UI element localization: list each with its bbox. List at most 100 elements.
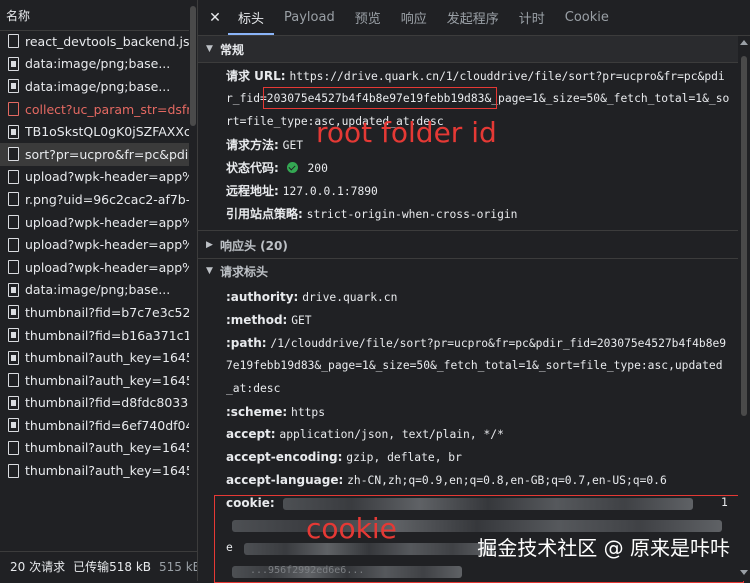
request-list-item[interactable]: thumbnail?fid=b16a371c10... [0, 324, 197, 347]
request-url-row: 请求 URL: https://drive.quark.cn/1/clouddr… [226, 64, 725, 89]
network-summary-bar: 20 次请求 已传输518 kB 515 kB [0, 551, 197, 581]
request-details-panel: ✕ 标头 Payload 预览 响应 发起程序 计时 Cookie ▼ 常规 请… [198, 0, 750, 583]
file-icon [8, 463, 19, 478]
tab-preview[interactable]: 预览 [345, 0, 391, 35]
general-section-header[interactable]: ▼ 常规 [198, 36, 750, 63]
scrollbar-thumb[interactable] [741, 56, 747, 416]
request-url-value-line1: https://drive.quark.cn/1/clouddrive/file… [289, 70, 725, 83]
resources-size: 515 kB [159, 559, 197, 574]
name-column-header[interactable]: 名称 [0, 0, 197, 31]
request-list-item[interactable]: thumbnail?auth_key=16451... [0, 369, 197, 392]
image-file-icon [8, 282, 19, 297]
request-name: upload?wpk-header=app%... [25, 169, 197, 185]
request-headers-section-header[interactable]: ▼ 请求标头 [198, 258, 738, 284]
response-headers-title: 响应头 (20) [220, 238, 288, 253]
path-label: :path: [226, 336, 267, 350]
header-method-row: :method: GET [226, 308, 312, 333]
tab-timing[interactable]: 计时 [509, 0, 555, 35]
name-column-label: 名称 [6, 8, 31, 23]
request-name: react_devtools_backend.js [25, 33, 190, 49]
path-value-line2: 7e19febb19d83&_page=1&_size=50&_fetch_to… [226, 359, 723, 372]
header-path-row: :path: /1/clouddrive/file/sort?pr=ucpro&… [226, 331, 726, 356]
status-ok-icon [286, 162, 298, 173]
request-list-item[interactable]: thumbnail?auth_key=16451... [0, 459, 197, 482]
request-name: thumbnail?fid=b16a371c10... [25, 327, 197, 343]
file-icon [8, 260, 19, 275]
request-list-item[interactable]: data:image/png;base... [0, 279, 197, 302]
request-list-item[interactable]: thumbnail?fid=d8fdc8033d... [0, 392, 197, 415]
request-name: thumbnail?fid=6ef740df04ff... [25, 417, 197, 433]
request-name: data:image/png;base... [25, 78, 171, 94]
close-icon[interactable]: ✕ [202, 10, 228, 26]
cookie-annotation: cookie [306, 512, 397, 545]
request-list-item[interactable]: data:image/png;base... [0, 53, 197, 76]
referrer-policy-row: 引用站点策略: strict-origin-when-cross-origin [226, 202, 517, 227]
scheme-value: https [291, 406, 326, 419]
request-name: TB1oSkstQL0gK0jSZFAXXcA... [25, 124, 197, 140]
request-list-item[interactable]: upload?wpk-header=app%... [0, 166, 197, 189]
request-method-value: GET [282, 139, 304, 152]
image-file-icon [8, 79, 19, 94]
request-name: r.png?uid=96c2cac2-af7b-4... [25, 191, 197, 207]
root-folder-id-highlight-box [263, 87, 497, 109]
request-list-item[interactable]: react_devtools_backend.js [0, 30, 197, 53]
file-icon [8, 237, 19, 252]
request-name: thumbnail?auth_key=16451... [25, 463, 197, 479]
request-method-label: 请求方法: [226, 138, 279, 152]
accept-encoding-value: gzip, deflate, br [346, 451, 462, 464]
image-file-icon [8, 124, 19, 139]
request-name: collect?uc_param_str=dsfrpf... [25, 101, 197, 117]
request-list-item[interactable]: TB1oSkstQL0gK0jSZFAXXcA... [0, 120, 197, 143]
expanded-triangle-icon: ▼ [206, 44, 213, 54]
transferred-size: 已传输518 kB [73, 560, 151, 574]
request-list-item[interactable]: upload?wpk-header=app%... [0, 211, 197, 234]
referrer-policy-value: strict-origin-when-cross-origin [306, 208, 518, 221]
accept-language-value: zh-CN,zh;q=0.9,en;q=0.8,en-GB;q=0.7,en-U… [347, 474, 667, 487]
response-headers-section-header[interactable]: ▶ 响应头 (20) [198, 232, 738, 258]
header-accept-encoding-row: accept-encoding: gzip, deflate, br [226, 445, 462, 470]
request-list-item[interactable]: upload?wpk-header=app%... [0, 256, 197, 279]
status-code-value: 200 [307, 162, 328, 175]
request-name: upload?wpk-header=app%... [25, 259, 197, 275]
request-name: thumbnail?fid=b7c7e3c52f6... [25, 304, 197, 320]
request-name: thumbnail?auth_key=16451... [25, 440, 197, 456]
request-list-item[interactable]: collect?uc_param_str=dsfrpf... [0, 98, 197, 121]
header-accept-row: accept: application/json, text/plain, */… [226, 422, 504, 447]
image-file-icon [8, 305, 19, 320]
scroll-down-icon[interactable] [740, 570, 748, 575]
file-icon [8, 215, 19, 230]
request-headers-title: 请求标头 [220, 264, 269, 279]
request-list-item[interactable]: thumbnail?fid=6ef740df04ff... [0, 414, 197, 437]
file-icon [8, 169, 19, 184]
request-list-item[interactable]: thumbnail?fid=b7c7e3c52f6... [0, 301, 197, 324]
request-list-panel: 名称 react_devtools_backend.js data:image/p… [0, 0, 198, 581]
request-list-item[interactable]: data:image/png;base... [0, 75, 197, 98]
request-list-item[interactable]: sort?pr=ucpro&fr=pc&pdir... [0, 142, 197, 166]
remote-address-value: 127.0.0.1:7890 [282, 185, 378, 198]
details-scrollbar[interactable] [738, 36, 750, 581]
file-icon [8, 102, 19, 117]
tab-cookies[interactable]: Cookie [555, 0, 619, 35]
scroll-up-icon[interactable] [740, 40, 748, 45]
request-list-item[interactable]: upload?wpk-header=app%... [0, 233, 197, 256]
method-value: GET [291, 314, 312, 327]
status-code-row: 状态代码: 200 [226, 156, 328, 181]
tab-initiator[interactable]: 发起程序 [437, 0, 509, 35]
file-icon [8, 192, 19, 207]
tab-headers[interactable]: 标头 [228, 0, 275, 35]
remote-address-row: 远程地址: 127.0.0.1:7890 [226, 179, 378, 204]
request-list-scrollbar[interactable] [189, 0, 197, 581]
request-list-item[interactable]: thumbnail?auth_key=16451... [0, 346, 197, 369]
remote-address-label: 远程地址: [226, 184, 279, 198]
accept-label: accept: [226, 427, 276, 441]
status-code-label: 状态代码: [226, 161, 279, 175]
request-list-item[interactable]: thumbnail?auth_key=16451... [0, 437, 197, 460]
tab-payload[interactable]: Payload [274, 0, 345, 35]
request-name: upload?wpk-header=app%... [25, 214, 197, 230]
path-value-line1: /1/clouddrive/file/sort?pr=ucpro&fr=pc&p… [270, 337, 727, 350]
request-list-item[interactable]: r.png?uid=96c2cac2-af7b-4... [0, 188, 197, 211]
file-icon [8, 440, 19, 455]
tab-response[interactable]: 响应 [391, 0, 437, 35]
collapsed-triangle-icon: ▶ [206, 240, 213, 250]
general-section-title: 常规 [220, 42, 245, 57]
